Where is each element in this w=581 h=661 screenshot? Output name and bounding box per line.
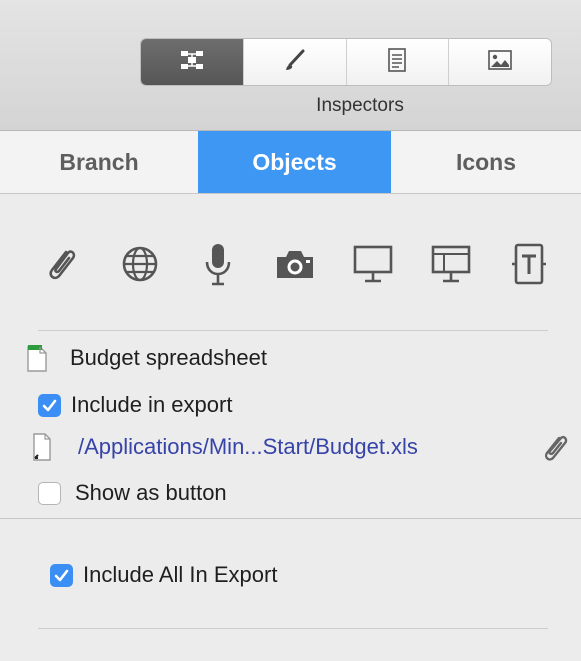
grid-icon: [179, 49, 205, 76]
monitor-icon[interactable]: [349, 238, 397, 290]
tab-objects[interactable]: Objects: [198, 131, 391, 193]
show-as-button-row: Show as button: [38, 478, 227, 508]
inspectors-label: Inspectors: [316, 95, 404, 116]
show-as-button-label: Show as button: [75, 480, 227, 505]
show-as-button-checkbox[interactable]: [38, 481, 61, 505]
attachment-name: Budget spreadsheet: [70, 345, 267, 370]
screen-recording-icon[interactable]: [427, 238, 475, 290]
attach-file-icon[interactable]: [538, 432, 572, 464]
include-in-export-row: Include in export: [38, 390, 232, 420]
section-divider: [0, 518, 581, 519]
file-icon: [32, 432, 56, 462]
microphone-icon[interactable]: [194, 238, 242, 290]
brush-icon: [282, 47, 308, 78]
segment-grid[interactable]: [141, 39, 243, 85]
attachment-path-link[interactable]: /Applications/Min...Start/Budget.xls: [78, 434, 418, 460]
spreadsheet-file-icon: [26, 343, 56, 373]
segment-document[interactable]: [345, 39, 449, 85]
tab-icons[interactable]: Icons: [391, 131, 581, 193]
object-type-row: [38, 238, 553, 290]
document-icon: [387, 47, 407, 78]
include-all-checkbox[interactable]: [50, 563, 73, 587]
include-all-label: Include All In Export: [83, 562, 278, 587]
text-box-icon[interactable]: [505, 238, 553, 290]
inspector-segmented-control: [140, 38, 552, 86]
globe-icon[interactable]: [116, 238, 164, 290]
camera-icon[interactable]: [271, 238, 319, 290]
include-all-row: Include All In Export: [50, 560, 277, 590]
tab-branch[interactable]: Branch: [0, 131, 198, 193]
inspector-tabs: Branch Objects Icons: [0, 131, 581, 194]
divider-bottom: [38, 628, 548, 629]
attachment-name-row: Budget spreadsheet: [26, 338, 267, 378]
inspector-toolbar: Inspectors: [0, 0, 581, 131]
image-icon: [487, 49, 513, 76]
paperclip-icon[interactable]: [38, 238, 86, 290]
segment-brush[interactable]: [242, 39, 346, 85]
include-in-export-label: Include in export: [71, 392, 233, 417]
attachment-path-row: /Applications/Min...Start/Budget.xls: [32, 430, 418, 464]
segment-image[interactable]: [448, 39, 551, 85]
divider: [38, 330, 548, 331]
include-in-export-checkbox[interactable]: [38, 393, 61, 417]
